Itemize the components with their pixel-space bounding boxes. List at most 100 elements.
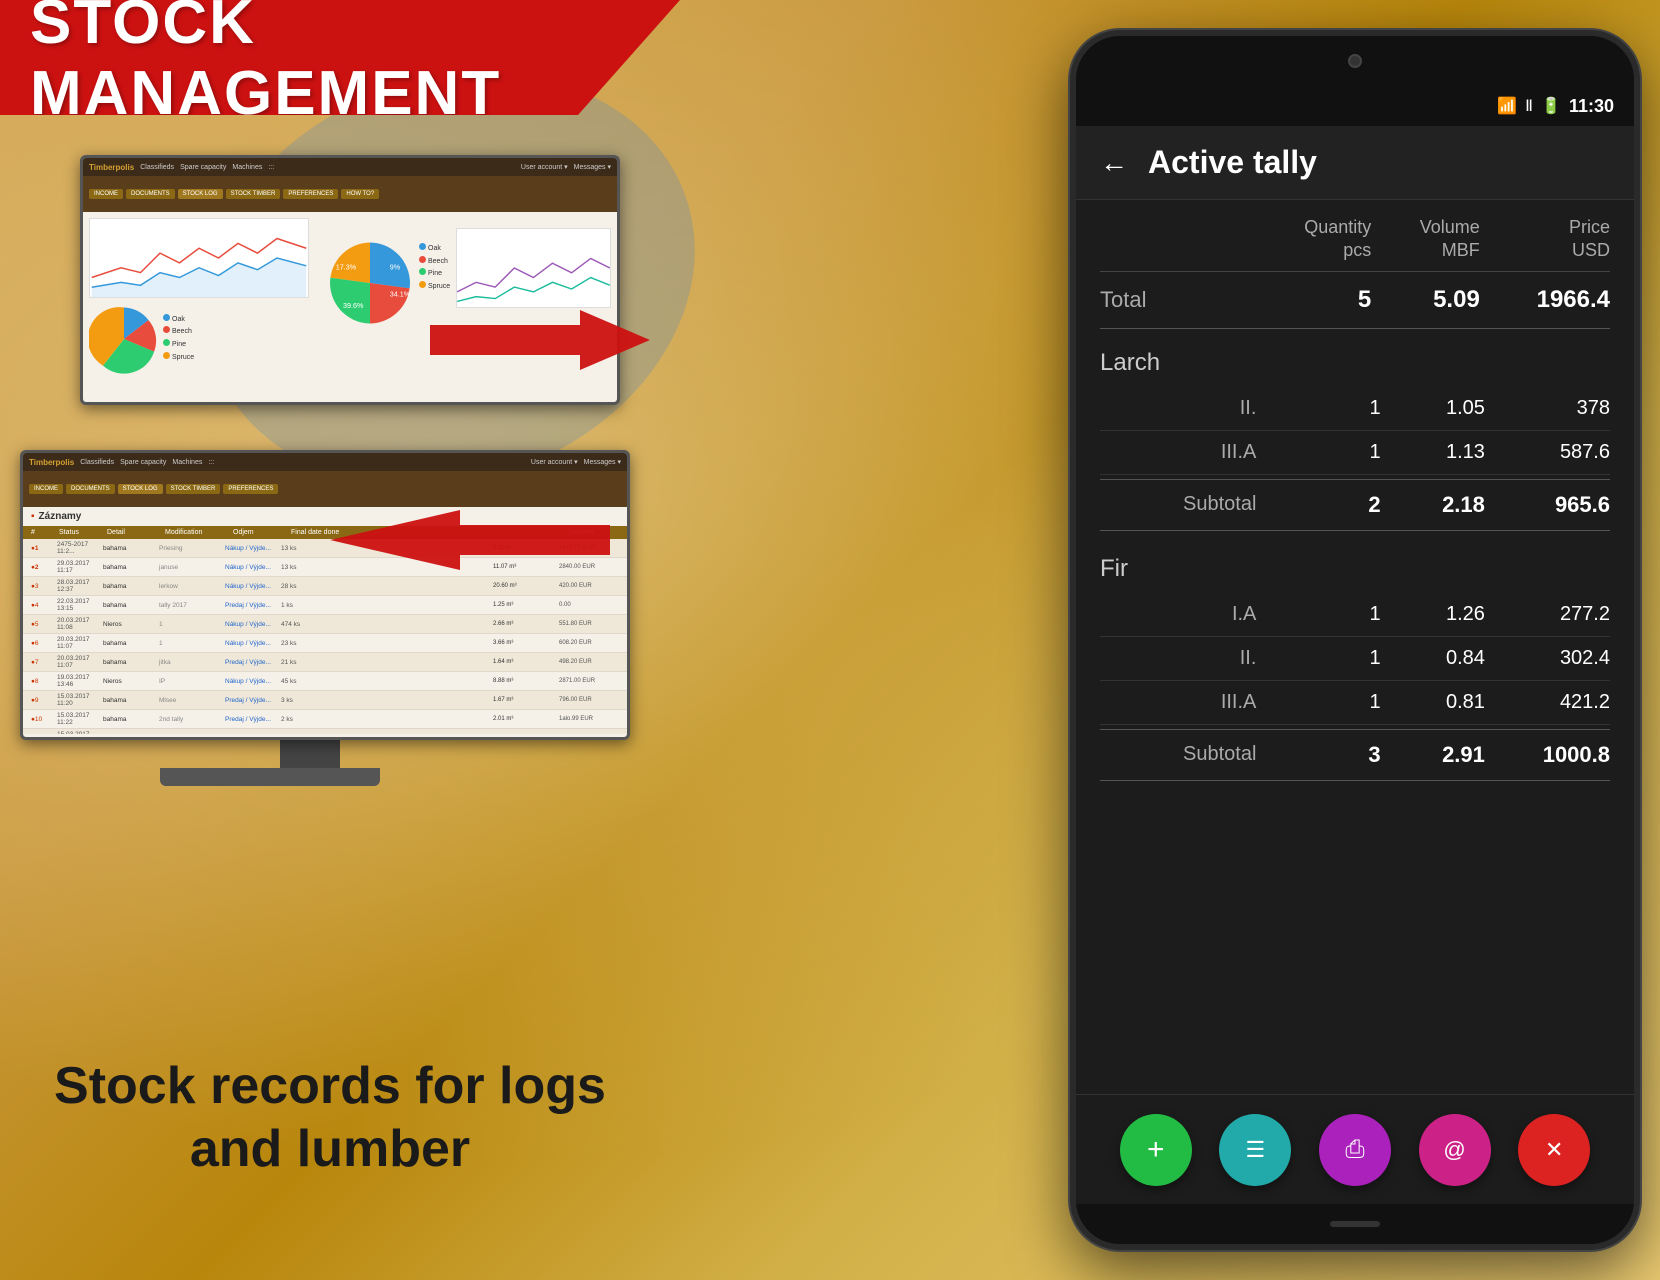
bottom-nav-user: User account ▾ — [531, 458, 578, 466]
larch-subtotal-price: 965.6 — [1485, 492, 1610, 518]
tally-table: Quantitypcs VolumeMBF PriceUSD Total 5 5… — [1100, 200, 1610, 781]
col-header-vol: VolumeMBF — [1371, 216, 1480, 263]
toolbar-stocklog[interactable]: STOCK LOG — [178, 189, 223, 199]
tagline: Stock records for logs and lumber — [30, 1055, 630, 1180]
status-time: 11:30 — [1569, 96, 1614, 117]
signal-icon: Ⅱ — [1525, 96, 1533, 116]
toolbar-stocktimber[interactable]: STOCK TIMBER — [226, 189, 281, 199]
col-modification: Modification — [165, 529, 225, 536]
col-odjem: Odjem — [233, 529, 283, 536]
total-label: Total — [1100, 287, 1263, 313]
total-row: Total 5 5.09 1966.4 — [1100, 272, 1610, 329]
battery-icon: 🔋 — [1541, 96, 1561, 116]
fir-grade-3: III.A — [1100, 691, 1276, 714]
fir-subtotal-label: Subtotal — [1100, 743, 1276, 766]
top-nav-classifieds: Classifieds — [140, 164, 174, 171]
col-header-qty: Quantitypcs — [1263, 216, 1372, 263]
larch-vol-1: 1.05 — [1381, 397, 1485, 420]
toolbar-income[interactable]: INCOME — [89, 189, 123, 199]
phone-body: 📶 Ⅱ 🔋 11:30 ← Active tally Quantitypcs V… — [1070, 30, 1640, 1250]
toolbar-preferences[interactable]: PREFERENCES — [283, 189, 338, 199]
bottom-monitor-logo: Timberpolis — [29, 458, 74, 467]
fir-section-header: Fir — [1100, 535, 1610, 593]
col-hash: # — [31, 529, 51, 536]
top-nav-messages: Messages ▾ — [574, 163, 611, 171]
fir-qty-3: 1 — [1276, 691, 1380, 714]
red-banner: STOCK MANAGEMENT — [0, 0, 680, 115]
phone-screen-header: ← Active tally — [1076, 126, 1634, 200]
phone-content[interactable]: Quantitypcs VolumeMBF PriceUSD Total 5 5… — [1076, 200, 1634, 1094]
larch-subtotal-vol: 2.18 — [1381, 492, 1485, 518]
col-header-label — [1100, 216, 1263, 263]
larch-price-2: 587.6 — [1485, 441, 1610, 464]
col-status: Status — [59, 529, 99, 536]
table-row: ●9 15.03.2017 11:20 bahama Mlsee Predaj … — [23, 691, 627, 710]
larch-grade-2: III.A — [1100, 441, 1276, 464]
col-detail: Detail — [107, 529, 157, 536]
desktop-monitor-bottom: Timberpolis Classifieds Spare capacity M… — [20, 450, 630, 740]
fir-row-2: II. 1 0.84 302.4 — [1100, 637, 1610, 681]
phone-fab-bar: + ☰ ⎙ @ ✕ — [1076, 1094, 1634, 1204]
fir-price-1: 277.2 — [1485, 603, 1610, 626]
pie-chart-left — [89, 304, 159, 374]
bottom-toolbar-preferences[interactable]: PREFERENCES — [223, 484, 278, 494]
phone-bottom — [1076, 1204, 1634, 1244]
pie-chart-right: 9% 34.1% 39.6% 17.3% — [325, 238, 415, 328]
larch-row-2: III.A 1 1.13 587.6 — [1100, 431, 1610, 475]
bottom-toolbar-income[interactable]: INCOME — [29, 484, 63, 494]
arrow-left — [330, 500, 610, 580]
bottom-nav-grid: ::: — [208, 459, 214, 466]
table-row: ●7 20.03.2017 11:07 bahama jitka Predaj … — [23, 653, 627, 672]
monitor-stand — [240, 738, 380, 786]
top-nav-spare: Spare capacity — [180, 164, 226, 171]
top-nav-grid: ::: — [268, 164, 274, 171]
larch-subtotal-row: Subtotal 2 2.18 965.6 — [1100, 479, 1610, 531]
bottom-toolbar-documents[interactable]: DOCUMENTS — [66, 484, 115, 494]
fir-qty-1: 1 — [1276, 603, 1380, 626]
bottom-nav-messages: Messages ▾ — [584, 458, 621, 466]
fir-vol-1: 1.26 — [1381, 603, 1485, 626]
fir-vol-2: 0.84 — [1381, 647, 1485, 670]
toolbar-documents[interactable]: DOCUMENTS — [126, 189, 175, 199]
fir-subtotal-qty: 3 — [1276, 742, 1380, 768]
svg-text:34.1%: 34.1% — [390, 290, 411, 299]
total-vol: 5.09 — [1371, 286, 1480, 314]
fab-print-button[interactable]: ⎙ — [1319, 1114, 1391, 1186]
top-nav-user: User account ▾ — [521, 163, 568, 171]
svg-text:39.6%: 39.6% — [343, 301, 364, 310]
tally-header-row: Quantitypcs VolumeMBF PriceUSD — [1100, 200, 1610, 272]
bottom-toolbar-stocktimber[interactable]: STOCK TIMBER — [166, 484, 221, 494]
fir-qty-2: 1 — [1276, 647, 1380, 670]
arrow-right — [430, 300, 650, 380]
bottom-nav-classifieds: Classifieds — [80, 459, 114, 466]
bottom-nav-spare: Spare capacity — [120, 459, 166, 466]
larch-subtotal-qty: 2 — [1276, 492, 1380, 518]
table-row: ●11 15.03.2017 11:22 bahama tally 1 Pred… — [23, 729, 627, 734]
table-row: ●5 20.03.2017 11:08 Nieros 1 Nákup / Výj… — [23, 615, 627, 634]
fir-subtotal-vol: 2.91 — [1381, 742, 1485, 768]
col-header-price: PriceUSD — [1480, 216, 1610, 263]
phone-camera — [1348, 54, 1362, 68]
back-button[interactable]: ← — [1100, 147, 1128, 179]
table-row: ●4 22.03.2017 13:15 bahama tally 2017 Pr… — [23, 596, 627, 615]
fir-row-1: I.A 1 1.26 277.2 — [1100, 593, 1610, 637]
total-qty: 5 — [1263, 286, 1372, 314]
fir-row-3: III.A 1 0.81 421.2 — [1100, 681, 1610, 725]
table-row: ●8 19.03.2017 13:46 Nieros IP Nákup / Vý… — [23, 672, 627, 691]
fir-price-2: 302.4 — [1485, 647, 1610, 670]
larch-vol-2: 1.13 — [1381, 441, 1485, 464]
toolbar-howto[interactable]: HOW TO? — [341, 189, 379, 199]
table-row: ●6 20.03.2017 11:07 bahama 1 Nákup / Výj… — [23, 634, 627, 653]
larch-section-header: Larch — [1100, 329, 1610, 387]
larch-price-1: 378 — [1485, 397, 1610, 420]
fab-close-button[interactable]: ✕ — [1518, 1114, 1590, 1186]
screen-title: Active tally — [1148, 144, 1317, 181]
larch-grade-1: II. — [1100, 397, 1276, 420]
fab-email-button[interactable]: @ — [1419, 1114, 1491, 1186]
fab-add-button[interactable]: + — [1120, 1114, 1192, 1186]
fab-list-button[interactable]: ☰ — [1219, 1114, 1291, 1186]
bottom-toolbar-stocklog[interactable]: STOCK LOG — [118, 484, 163, 494]
fir-subtotal-row: Subtotal 3 2.91 1000.8 — [1100, 729, 1610, 781]
fir-subtotal-price: 1000.8 — [1485, 742, 1610, 768]
fir-grade-2: II. — [1100, 647, 1276, 670]
